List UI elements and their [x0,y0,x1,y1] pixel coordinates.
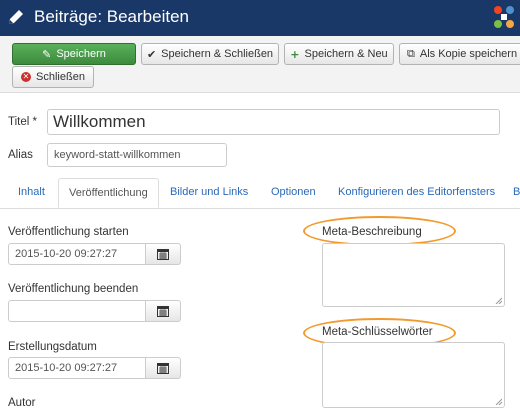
meta-keywords-label: Meta-Schlüsselwörter [322,326,433,338]
tab-bar: Inhalt Veröffentlichung Bilder und Links… [0,178,520,209]
resize-grip-icon[interactable] [495,297,502,304]
title-field[interactable]: Willkommen [47,109,500,135]
created-date-calendar-button[interactable] [145,357,181,379]
joomla-logo [494,6,514,28]
plus-icon: + [290,47,300,61]
save-button[interactable]: ✎ Speichern [12,43,136,65]
alias-value: keyword-statt-willkommen [54,149,181,161]
checkmark-icon: ✔ [146,47,157,61]
meta-description-label: Meta-Beschreibung [322,226,422,238]
save-label: Speichern [56,48,106,60]
author-label: Autor [8,397,36,409]
tab-images-links[interactable]: Bilder und Links [170,186,248,198]
close-label: Schließen [36,71,85,83]
save-copy-button[interactable]: ⧉ Als Kopie speichern [399,43,520,65]
publish-start-field[interactable]: 2015-10-20 09:27:27 [8,243,146,265]
created-date-field[interactable]: 2015-10-20 09:27:27 [8,357,146,379]
save-close-button[interactable]: ✔ Speichern & Schließen [141,43,279,65]
calendar-icon [157,362,169,374]
edit-square-icon: ✎ [42,47,52,61]
meta-keywords-textarea[interactable] [322,342,505,408]
publish-start-label: Veröffentlichung starten [8,226,129,238]
save-copy-label: Als Kopie speichern [419,48,518,60]
close-button[interactable]: ✕ Schließen [12,66,94,88]
title-label: Titel * [8,116,37,128]
save-new-label: Speichern & Neu [304,48,388,60]
alias-field[interactable]: keyword-statt-willkommen [47,143,227,167]
tab-content[interactable]: Inhalt [18,186,45,198]
tab-publishing[interactable]: Veröffentlichung [58,178,159,208]
calendar-icon [157,248,169,260]
publish-end-label: Veröffentlichung beenden [8,283,139,295]
toolbar: ✎ Speichern ✔ Speichern & Schließen + Sp… [0,36,520,93]
tab-overflow[interactable]: B [513,186,520,198]
created-date-label: Erstellungsdatum [8,341,97,353]
publish-start-value: 2015-10-20 09:27:27 [15,248,118,260]
resize-grip-icon[interactable] [495,398,502,405]
page-title: Beiträge: Bearbeiten [34,7,189,26]
copy-icon: ⧉ [407,47,415,60]
tab-editor-config[interactable]: Konfigurieren des Editorfensters [338,186,495,198]
publish-start-calendar-button[interactable] [145,243,181,265]
alias-label: Alias [8,149,33,161]
pencil-icon [9,10,23,24]
created-date-value: 2015-10-20 09:27:27 [15,362,118,374]
tab-options[interactable]: Optionen [271,186,316,198]
meta-description-textarea[interactable] [322,243,505,307]
close-icon: ✕ [21,72,32,82]
save-new-button[interactable]: + Speichern & Neu [284,43,394,65]
header-bar: Beiträge: Bearbeiten [0,0,520,36]
publish-end-field[interactable] [8,300,146,322]
calendar-icon [157,305,169,317]
save-close-label: Speichern & Schließen [161,48,274,60]
publish-end-calendar-button[interactable] [145,300,181,322]
title-value: Willkommen [53,112,146,131]
